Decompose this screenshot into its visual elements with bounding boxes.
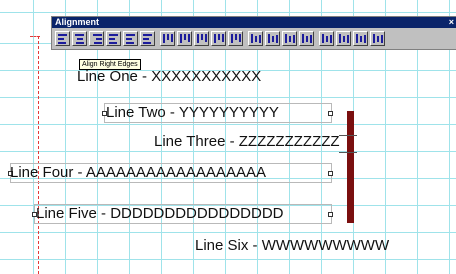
text-line-two[interactable]: Line Two - YYYYYYYYYY [106, 104, 279, 122]
bar-guide-tick [339, 152, 357, 153]
close-icon[interactable]: × [449, 17, 454, 28]
distribute-middle-icon[interactable] [336, 31, 351, 46]
distribute-vertical-icon[interactable] [370, 31, 385, 46]
align-centers-icon[interactable] [72, 31, 87, 46]
align-spread-icon[interactable] [140, 31, 155, 46]
text-line-six[interactable]: Line Six - WWWWWWWWW [195, 237, 389, 255]
bar-guide-tick [339, 135, 357, 136]
text-line-four[interactable]: Line Four - AAAAAAAAAAAAAAAAAA [10, 164, 266, 182]
text-line-three[interactable]: Line Three - ZZZZZZZZZZZ [154, 133, 340, 151]
distribute-left-icon[interactable] [248, 31, 263, 46]
alignment-palette[interactable]: Alignment × [51, 16, 456, 50]
align-left-text-icon[interactable] [106, 31, 121, 46]
selection-handle[interactable] [328, 212, 333, 217]
align-vertical-spread-icon[interactable] [228, 31, 243, 46]
text-line-five[interactable]: Line Five - DDDDDDDDDDDDDDDD [36, 205, 284, 223]
align-left-edges-icon[interactable] [55, 31, 70, 46]
distribute-horizontal-icon[interactable] [299, 31, 314, 46]
selection-handle[interactable] [328, 171, 333, 176]
distribute-top-icon[interactable] [319, 31, 334, 46]
align-baselines-icon[interactable] [211, 31, 226, 46]
alignment-toolbar [55, 31, 387, 49]
align-middles-icon[interactable] [177, 31, 192, 46]
text-line-one[interactable]: Line One - XXXXXXXXXXX [77, 68, 261, 86]
align-bottom-edges-icon[interactable] [194, 31, 209, 46]
tooltip: Align Right Edges [79, 59, 141, 70]
align-right-edges-icon[interactable] [89, 31, 104, 46]
distribute-center-icon[interactable] [265, 31, 280, 46]
left-margin-guide [38, 36, 39, 274]
distribute-right-icon[interactable] [282, 31, 297, 46]
align-top-edges-icon[interactable] [160, 31, 175, 46]
selection-handle[interactable] [328, 111, 333, 116]
distribute-bottom-icon[interactable] [353, 31, 368, 46]
align-justify-icon[interactable] [123, 31, 138, 46]
palette-titlebar[interactable]: Alignment × [52, 17, 456, 28]
palette-title: Alignment [55, 17, 99, 27]
vertical-bar-shape[interactable] [347, 111, 354, 223]
